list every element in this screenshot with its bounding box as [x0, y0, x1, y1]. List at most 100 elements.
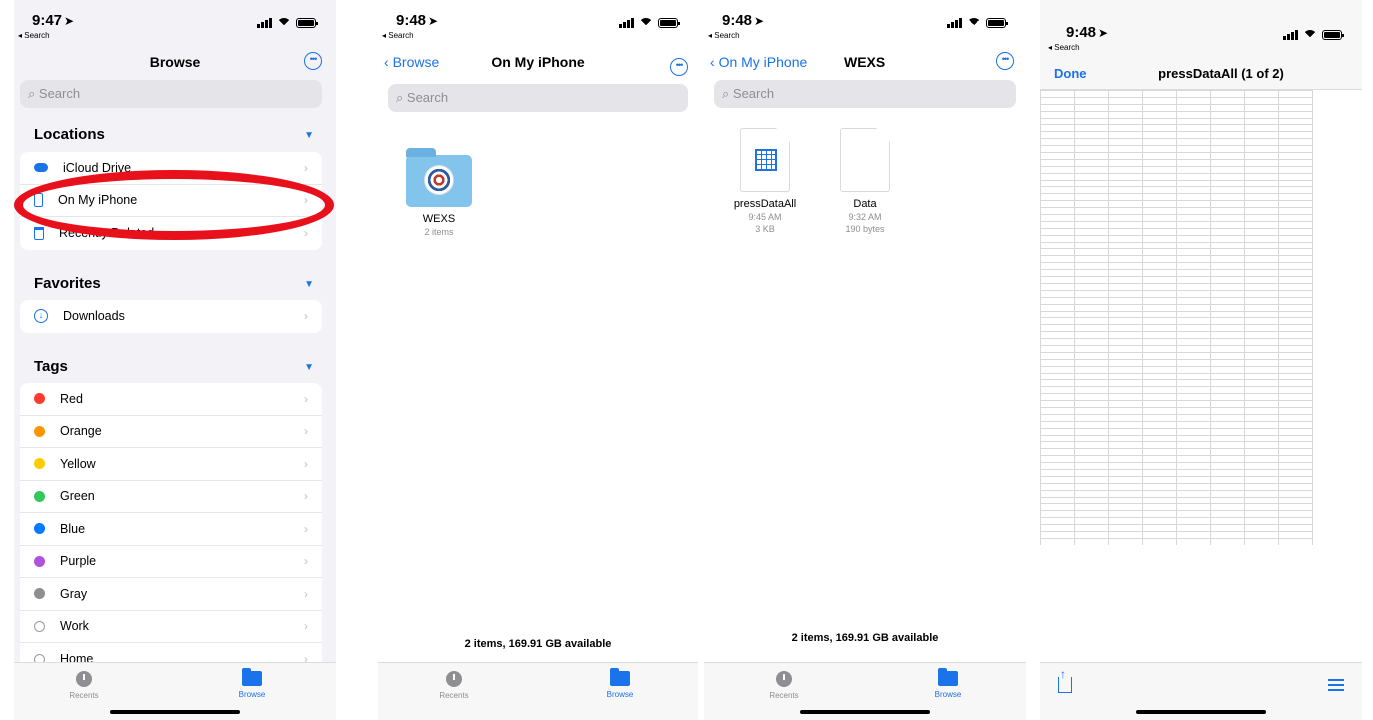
- list-icon[interactable]: [1328, 679, 1344, 691]
- table-cell: [1040, 276, 1075, 284]
- more-options-icon[interactable]: •••: [996, 52, 1014, 70]
- table-cell: [1210, 179, 1245, 188]
- table-cell: [1278, 186, 1313, 195]
- table-cell: [1210, 427, 1245, 436]
- table-cell: [1108, 289, 1143, 298]
- wifi-icon: [277, 18, 291, 28]
- page-title: pressDataAll (1 of 2): [1158, 66, 1284, 81]
- search-input[interactable]: ⌕ Search: [388, 84, 688, 112]
- tag-red[interactable]: Red ›: [20, 383, 322, 416]
- table-cell: [1244, 317, 1279, 326]
- table-cell: [1278, 289, 1313, 298]
- table-cell: [1074, 227, 1109, 236]
- spreadsheet-file-icon: [740, 128, 790, 192]
- green-dot-icon: [34, 490, 45, 502]
- tag-yellow[interactable]: Yellow ›: [20, 448, 322, 481]
- chevron-down-icon[interactable]: ▼: [304, 130, 314, 141]
- table-cell: [1108, 531, 1143, 539]
- table-cell: [1108, 310, 1143, 319]
- table-cell: [1142, 351, 1177, 360]
- table-cell: [1074, 531, 1109, 539]
- table-cell: [1074, 517, 1109, 526]
- table-cell: [1108, 248, 1143, 257]
- table-cell: [1244, 489, 1279, 498]
- table-cell: [1040, 517, 1075, 526]
- table-cell: [1074, 255, 1109, 264]
- back-to-search[interactable]: ◂ Search: [1048, 43, 1080, 52]
- table-cell: [1040, 214, 1075, 222]
- table-cell: [1244, 186, 1279, 195]
- chevron-down-icon[interactable]: ▼: [304, 362, 314, 373]
- table-cell: [1176, 90, 1211, 98]
- table-cell: [1176, 269, 1211, 278]
- table-cell: [1108, 110, 1143, 119]
- tag-gray[interactable]: Gray ›: [20, 578, 322, 611]
- table-cell: [1176, 317, 1211, 326]
- table-cell: [1176, 234, 1211, 243]
- more-options-icon[interactable]: •••: [304, 52, 322, 70]
- table-cell: [1108, 427, 1143, 436]
- table-cell: [1108, 200, 1143, 209]
- table-cell: [1210, 503, 1245, 512]
- table-cell: [1278, 310, 1313, 319]
- chevron-right-icon: ›: [304, 586, 308, 601]
- table-cell: [1244, 227, 1279, 236]
- back-button[interactable]: ‹ On My iPhone: [710, 54, 807, 70]
- table-cell: [1244, 282, 1279, 291]
- table-cell: [1108, 255, 1143, 264]
- favorite-downloads[interactable]: ↓ Downloads ›: [20, 300, 322, 333]
- back-to-search[interactable]: ◂ Search: [708, 31, 740, 40]
- table-row: [1040, 158, 1313, 167]
- location-recently-deleted[interactable]: Recently Deleted ›: [20, 217, 322, 250]
- table-cell: [1210, 90, 1245, 98]
- table-cell: [1244, 448, 1279, 457]
- table-cell: [1244, 441, 1279, 450]
- tag-purple[interactable]: Purple ›: [20, 546, 322, 578]
- table-cell: [1244, 434, 1279, 443]
- tag-work[interactable]: Work ›: [20, 611, 322, 643]
- table-cell: [1040, 110, 1075, 119]
- table-cell: [1176, 531, 1211, 539]
- location-icloud-drive[interactable]: iCloud Drive ›: [20, 152, 322, 185]
- tab-browse[interactable]: Browse: [580, 668, 660, 699]
- file-pressdataall[interactable]: pressDataAll 9:45 AM 3 KB: [720, 128, 810, 234]
- tab-recents[interactable]: Recents: [414, 671, 494, 700]
- tag-orange[interactable]: Orange ›: [20, 416, 322, 448]
- file-data[interactable]: Data 9:32 AM 190 bytes: [820, 128, 910, 234]
- more-options-icon[interactable]: •••: [670, 58, 688, 76]
- table-cell: [1244, 400, 1279, 408]
- folder-wexs[interactable]: WEXS 2 items: [394, 148, 484, 237]
- table-cell: [1108, 406, 1143, 415]
- tab-recents[interactable]: Recents: [744, 671, 824, 700]
- table-cell: [1244, 165, 1279, 174]
- table-cell: [1278, 496, 1313, 505]
- chevron-down-icon[interactable]: ▼: [304, 279, 314, 290]
- table-cell: [1040, 138, 1075, 147]
- table-cell: [1142, 276, 1177, 284]
- tag-green[interactable]: Green ›: [20, 481, 322, 513]
- back-to-search[interactable]: ◂ Search: [18, 31, 50, 40]
- tab-browse[interactable]: Browse: [212, 668, 292, 699]
- cloud-icon: [34, 163, 48, 173]
- table-cell: [1210, 482, 1245, 491]
- table-cell: [1142, 537, 1177, 545]
- table-cell: [1142, 503, 1177, 512]
- table-cell: [1142, 489, 1177, 498]
- location-on-my-iphone[interactable]: On My iPhone ›: [20, 185, 322, 217]
- spreadsheet-preview[interactable]: [1040, 90, 1320, 545]
- table-cell: [1142, 393, 1177, 402]
- back-to-search[interactable]: ◂ Search: [382, 31, 414, 40]
- table-cell: [1176, 248, 1211, 257]
- table-row: [1040, 227, 1313, 236]
- tags-header: Tags: [34, 358, 68, 375]
- tab-browse[interactable]: Browse: [908, 668, 988, 699]
- table-cell: [1244, 427, 1279, 436]
- tab-recents[interactable]: Recents: [44, 671, 124, 700]
- search-input[interactable]: ⌕ Search: [714, 80, 1016, 108]
- table-cell: [1210, 96, 1245, 105]
- share-icon[interactable]: [1058, 667, 1072, 693]
- storage-footer: 2 items, 169.91 GB available: [791, 632, 939, 644]
- table-cell: [1074, 455, 1109, 464]
- search-input[interactable]: ⌕ Search: [20, 80, 322, 108]
- tag-blue[interactable]: Blue ›: [20, 513, 322, 546]
